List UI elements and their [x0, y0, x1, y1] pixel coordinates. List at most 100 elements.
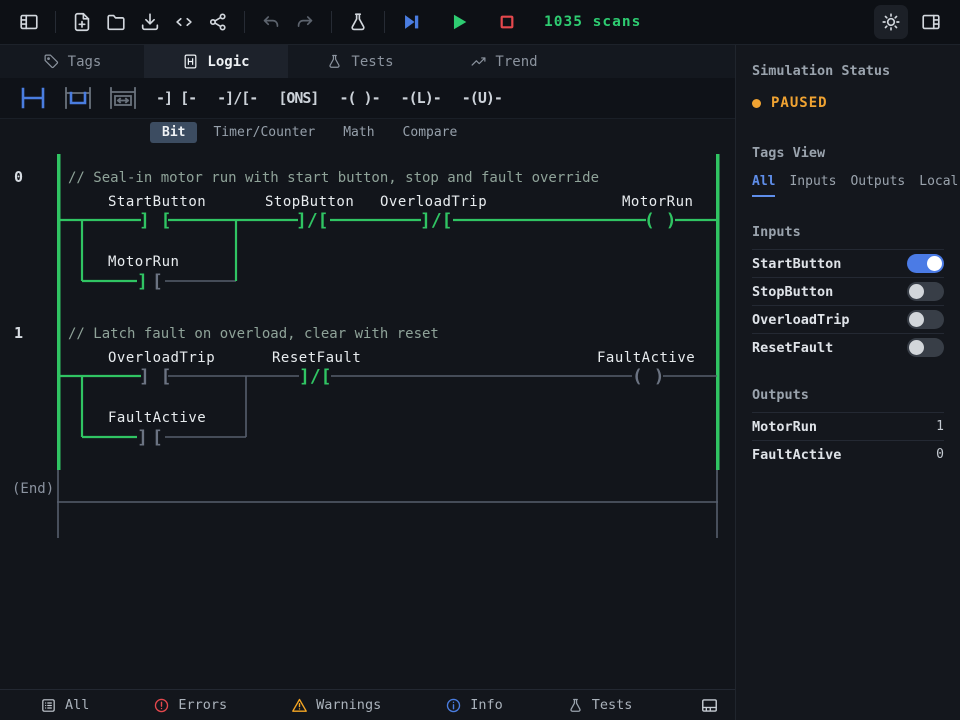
branch-contact-close[interactable]: [ — [152, 427, 163, 448]
ladder-diagram: 0 // Seal-in motor run with start button… — [0, 146, 735, 689]
ladder-canvas[interactable]: 0 // Seal-in motor run with start button… — [0, 146, 735, 689]
stop-button[interactable] — [490, 5, 524, 39]
sun-icon — [880, 11, 902, 33]
tagsview-tab-all[interactable]: All — [752, 174, 775, 197]
toggle-stopbutton[interactable] — [907, 282, 944, 301]
share-icon — [207, 11, 229, 33]
tab-logic[interactable]: Logic — [144, 45, 288, 78]
undo-button[interactable] — [254, 5, 288, 39]
xic-contact-button[interactable]: -] [- — [149, 85, 203, 111]
panel-bottom-icon — [700, 696, 719, 715]
toolbar-divider — [55, 11, 56, 33]
input-tag-name: ResetFault — [752, 340, 833, 356]
run-button[interactable] — [442, 5, 476, 39]
plc-simulator-app: 1035 scans — [0, 0, 960, 720]
download-icon — [139, 11, 161, 33]
paused-dot-icon — [752, 99, 761, 108]
xic-contact[interactable]: ] [ — [139, 210, 172, 231]
tagsview-tab-inputs[interactable]: Inputs — [789, 174, 836, 197]
new-file-button[interactable] — [65, 5, 99, 39]
coil-button[interactable]: -( )- — [332, 85, 386, 111]
tag-label[interactable]: OverloadTrip — [380, 194, 487, 210]
instruction-palette: -] [- -]/[- [ONS] -( )- -(L)- -(U)- — [0, 78, 735, 119]
sim-status-text: PAUSED — [771, 95, 828, 111]
subtab-math[interactable]: Math — [331, 122, 386, 143]
output-coil[interactable]: ( ) — [644, 210, 677, 231]
step-scan-button[interactable] — [394, 5, 428, 39]
add-branch-button[interactable] — [59, 83, 97, 113]
tab-tests[interactable]: Tests — [288, 45, 432, 78]
tag-label[interactable]: FaultActive — [108, 410, 206, 426]
rung-comment[interactable]: // Latch fault on overload, clear with r… — [68, 326, 439, 342]
toggle-startbutton[interactable] — [907, 254, 944, 273]
redo-button[interactable] — [288, 5, 322, 39]
wire-stretch-button[interactable] — [104, 83, 142, 113]
top-toolbar: 1035 scans — [0, 0, 960, 45]
rung-number: 1 — [14, 324, 23, 342]
tag-label[interactable]: ResetFault — [272, 350, 361, 366]
xic-contact[interactable]: ] [ — [139, 366, 172, 387]
subtab-timer-counter[interactable]: Timer/Counter — [201, 122, 327, 143]
output-row: FaultActive 0 — [752, 440, 944, 468]
bottom-statusbar: All Errors Warnings — [0, 689, 735, 720]
play-icon — [448, 11, 470, 33]
tagsview-tab-outputs[interactable]: Outputs — [850, 174, 905, 197]
branch-contact-close[interactable]: [ — [152, 271, 163, 292]
tag-label[interactable]: OverloadTrip — [108, 350, 215, 366]
toggle-resetfault[interactable] — [907, 338, 944, 357]
open-folder-button[interactable] — [99, 5, 133, 39]
test-run-button[interactable] — [341, 5, 375, 39]
redo-icon — [294, 11, 316, 33]
flask-icon — [326, 53, 343, 70]
tab-trend[interactable]: Trend — [432, 45, 576, 78]
save-download-button[interactable] — [133, 5, 167, 39]
right-power-rail — [716, 154, 720, 470]
input-row: StartButton — [752, 249, 944, 277]
ons-button[interactable]: [ONS] — [271, 85, 325, 111]
output-coil[interactable]: ( ) — [632, 366, 665, 387]
tagsview-tab-local[interactable]: Local — [919, 174, 958, 197]
panel-bottom-toggle-button[interactable] — [700, 696, 719, 715]
unlatch-coil-button[interactable]: -(U)- — [455, 85, 509, 111]
rung-number: 0 — [14, 168, 23, 186]
input-tag-name: StartButton — [752, 256, 841, 272]
code-view-button[interactable] — [167, 5, 201, 39]
output-tag-name: MotorRun — [752, 419, 817, 435]
tag-label[interactable]: MotorRun — [622, 194, 693, 210]
xio-contact[interactable]: ]/[ — [299, 366, 332, 387]
flask-icon — [567, 697, 584, 714]
wire-stretch-icon — [107, 86, 139, 110]
xio-contact[interactable]: ]/[ — [420, 210, 453, 231]
filter-errors-button[interactable]: Errors — [153, 697, 227, 714]
subtab-compare[interactable]: Compare — [391, 122, 470, 143]
toggle-knob — [909, 284, 924, 299]
add-rung-icon — [17, 86, 49, 110]
filter-warnings-button[interactable]: Warnings — [291, 697, 381, 714]
toggle-overloadtrip[interactable] — [907, 310, 944, 329]
tag-label[interactable]: StopButton — [265, 194, 354, 210]
tag-label[interactable]: FaultActive — [597, 350, 695, 366]
panel-right-toggle-button[interactable] — [914, 5, 948, 39]
tab-tags[interactable]: Tags — [0, 45, 144, 78]
xio-contact-button[interactable]: -]/[- — [210, 85, 264, 111]
add-rung-button[interactable] — [14, 83, 52, 113]
rung-comment[interactable]: // Seal-in motor run with start button, … — [68, 170, 599, 186]
list-icon — [40, 697, 57, 714]
panel-left-icon — [18, 11, 40, 33]
filter-tests-button[interactable]: Tests — [567, 697, 633, 714]
tag-label[interactable]: StartButton — [108, 194, 206, 210]
branch-contact-open[interactable]: ] — [137, 271, 148, 292]
xio-contact[interactable]: ]/[ — [296, 210, 329, 231]
toolbar-divider — [244, 11, 245, 33]
filter-info-button[interactable]: Info — [445, 697, 503, 714]
filter-all-button[interactable]: All — [40, 697, 89, 714]
tag-label[interactable]: MotorRun — [108, 254, 179, 270]
latch-coil-button[interactable]: -(L)- — [394, 85, 448, 111]
error-icon — [153, 697, 170, 714]
share-button[interactable] — [201, 5, 235, 39]
theme-toggle-button[interactable] — [874, 5, 908, 39]
branch-contact-open[interactable]: ] — [137, 427, 148, 448]
tab-logic-label: Logic — [207, 54, 249, 70]
panel-left-toggle-button[interactable] — [12, 5, 46, 39]
subtab-bit[interactable]: Bit — [150, 122, 197, 143]
